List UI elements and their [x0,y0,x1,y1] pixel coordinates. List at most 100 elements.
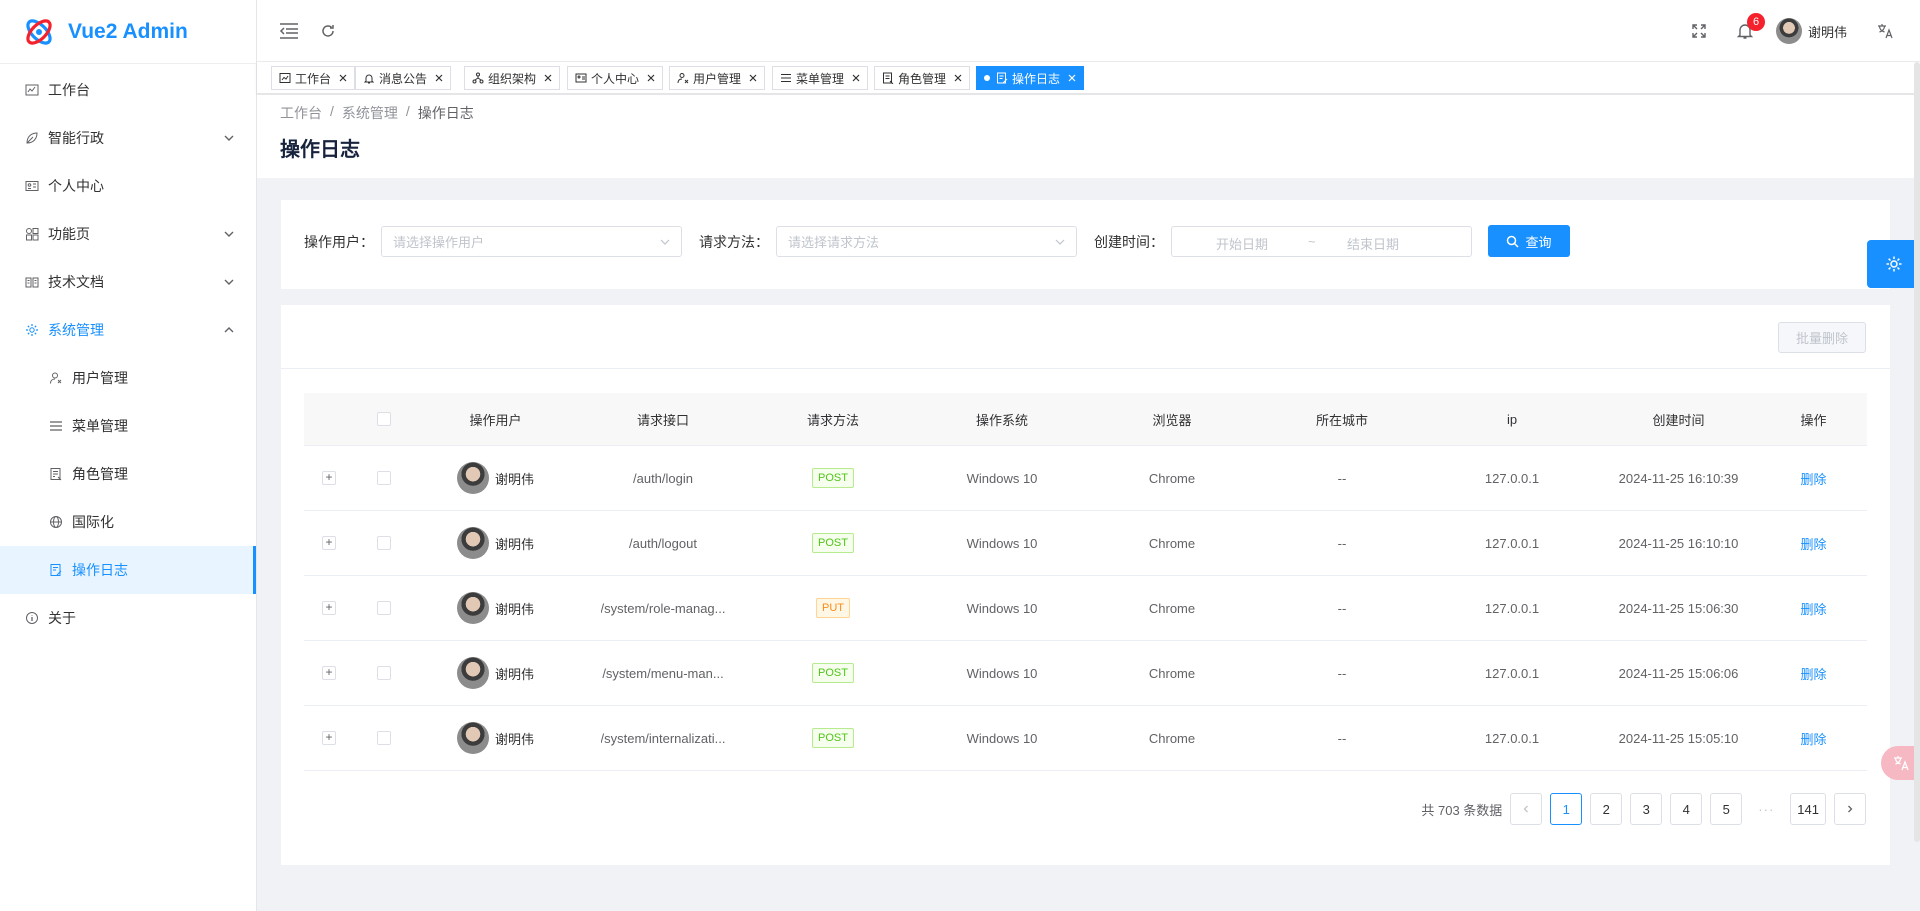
delete-link[interactable]: 删除 [1800,534,1826,553]
delete-link[interactable]: 删除 [1800,729,1826,748]
close-icon[interactable] [434,73,444,83]
language-switch-icon[interactable] [1874,20,1896,42]
expand-row-icon[interactable]: + [322,536,336,550]
fullscreen-icon[interactable] [1688,20,1710,42]
page-button[interactable]: 1 [1550,793,1583,825]
user-name: 谢明伟 [494,471,534,487]
bell-icon [363,72,375,84]
ip-cell: 127.0.0.1 [1484,665,1540,681]
page-scrollbar[interactable] [1914,62,1920,842]
row-checkbox[interactable] [377,536,391,550]
select-all-cell [354,412,414,426]
sidebar-item-docs[interactable]: 技术文档 [0,258,256,306]
next-page-button[interactable] [1834,793,1866,825]
date-range-picker[interactable]: 开始日期 ~ 结束日期 [1171,226,1472,257]
close-icon[interactable] [338,73,348,83]
sidebar-item-label: 国际化 [72,514,114,530]
table-row: + 谢明伟 /system/internalizati... POST Wind… [304,706,1867,771]
sidebar-item-admin[interactable]: 智能行政 [0,114,256,162]
sidebar-item-i18n[interactable]: 国际化 [0,498,256,546]
translate-icon [1893,756,1909,771]
time-cell: 2024-11-25 15:05:10 [1618,730,1739,746]
time-filter-label: 创建时间： [1094,234,1164,250]
column-header: 操作 [1800,412,1827,428]
sidebar-item-system[interactable]: 系统管理 [0,306,256,354]
row-checkbox[interactable] [377,471,391,485]
notification-bell-icon[interactable]: 6 [1734,13,1765,42]
row-checkbox[interactable] [377,731,391,745]
tab-roles[interactable]: 角色管理 [874,66,971,90]
page-button-last[interactable]: 141 [1790,793,1826,825]
sidebar-item-menus[interactable]: 菜单管理 [0,402,256,450]
batch-delete-button[interactable]: 批量删除 [1778,322,1866,353]
tab-dashboard[interactable]: 工作台 [271,66,356,90]
sidebar-item-dashboard[interactable]: 工作台 [0,66,256,114]
page-button[interactable]: 4 [1670,793,1703,825]
collapse-sidebar-icon[interactable] [278,20,300,42]
sidebar-item-users[interactable]: 用户管理 [0,354,256,402]
time-cell: 2024-11-25 15:06:30 [1618,600,1739,616]
query-button[interactable]: 查询 [1488,225,1570,257]
search-form: 操作用户： 请选择操作用户 请求方法： 请选择请求方法 创建时间： 开始日期 ~… [281,200,1890,289]
os-cell: Windows 10 [966,535,1038,551]
tab-profile[interactable]: 个人中心 [567,66,664,90]
start-date-placeholder[interactable]: 开始日期 [1216,234,1268,253]
breadcrumb-item[interactable]: 工作台 [280,103,322,123]
active-dot [984,75,990,81]
sidebar-item-logs[interactable]: 操作日志 [0,546,256,594]
expand-row-icon[interactable]: + [322,601,336,615]
close-icon[interactable] [851,73,861,83]
breadcrumb-item[interactable]: 系统管理 [342,103,398,123]
expand-row-icon[interactable]: + [322,666,336,680]
close-icon[interactable] [748,73,758,83]
menu-icon [780,72,792,84]
tab-menus[interactable]: 菜单管理 [772,66,869,90]
logo[interactable]: Vue2 Admin [0,0,256,64]
sidebar-item-features[interactable]: 功能页 [0,210,256,258]
delete-link[interactable]: 删除 [1800,469,1826,488]
user-name: 谢明伟 [494,666,534,682]
menu-icon [48,418,64,434]
refresh-icon[interactable] [317,20,339,42]
role-icon [48,466,64,482]
page-button[interactable]: 3 [1630,793,1663,825]
tab-users[interactable]: 用户管理 [669,66,766,90]
column-header: 所在城市 [1315,412,1368,428]
theme-settings-button[interactable] [1867,240,1920,288]
delete-link[interactable]: 删除 [1800,599,1826,618]
close-icon[interactable] [1067,73,1077,83]
user-select[interactable]: 请选择操作用户 [381,226,682,257]
api-cell: /system/role-manag... [600,600,726,616]
breadcrumb-separator: / [330,103,334,119]
select-all-checkbox[interactable] [377,412,391,426]
sidebar-item-profile[interactable]: 个人中心 [0,162,256,210]
close-icon[interactable] [646,73,656,83]
prev-page-button[interactable] [1510,793,1543,825]
user-cell: 谢明伟 [456,462,534,494]
page-ellipsis[interactable]: ··· [1750,802,1782,817]
os-cell: Windows 10 [966,665,1038,681]
tab-org[interactable]: 组织架构 [464,66,561,90]
delete-link[interactable]: 删除 [1800,664,1826,683]
close-icon[interactable] [953,73,963,83]
tab-label: 组织架构 [488,71,537,86]
page-button[interactable]: 5 [1710,793,1743,825]
sidebar-item-about[interactable]: 关于 [0,594,256,642]
expand-row-icon[interactable]: + [322,731,336,745]
chevron-down-icon [224,135,234,141]
chevron-down-icon [1055,239,1065,245]
sidebar-item-roles[interactable]: 角色管理 [0,450,256,498]
expand-row-icon[interactable]: + [322,471,336,485]
tab-notices[interactable]: 消息公告 [355,66,452,90]
page-button[interactable]: 2 [1590,793,1623,825]
user-menu[interactable]: 谢明伟 [1776,18,1847,44]
logo-icon [22,15,56,49]
api-cell: /auth/logout [629,535,697,551]
end-date-placeholder[interactable]: 结束日期 [1347,234,1399,253]
ip-cell: 127.0.0.1 [1484,600,1540,616]
method-select[interactable]: 请选择请求方法 [776,226,1077,257]
close-icon[interactable] [543,73,553,83]
tab-logs[interactable]: 操作日志 [976,66,1085,90]
row-checkbox[interactable] [377,666,391,680]
row-checkbox[interactable] [377,601,391,615]
